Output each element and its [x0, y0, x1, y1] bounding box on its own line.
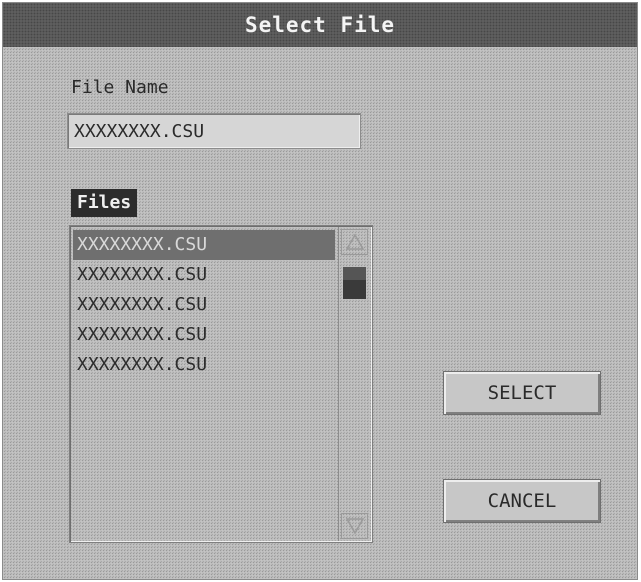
- list-item[interactable]: XXXXXXXX.CSU: [73, 260, 335, 290]
- scroll-up-button[interactable]: [341, 229, 368, 255]
- select-file-dialog: Select File File Name Files XXXXXXXX.CSU…: [2, 2, 638, 580]
- file-name-field[interactable]: [67, 113, 361, 149]
- cancel-button[interactable]: CANCEL: [443, 479, 601, 523]
- triangle-down-icon: [345, 518, 364, 535]
- select-button[interactable]: SELECT: [443, 371, 601, 415]
- triangle-up-icon: [345, 233, 364, 250]
- files-scrollbar[interactable]: [338, 227, 371, 541]
- list-item[interactable]: XXXXXXXX.CSU: [73, 350, 335, 380]
- scroll-thumb[interactable]: [343, 267, 366, 299]
- files-list: XXXXXXXX.CSU XXXXXXXX.CSU XXXXXXXX.CSU X…: [73, 230, 335, 380]
- scroll-down-button[interactable]: [341, 513, 368, 539]
- dialog-title: Select File: [3, 3, 637, 47]
- list-item[interactable]: XXXXXXXX.CSU: [73, 230, 335, 260]
- list-item[interactable]: XXXXXXXX.CSU: [73, 290, 335, 320]
- list-item[interactable]: XXXXXXXX.CSU: [73, 320, 335, 350]
- file-name-label: File Name: [71, 77, 169, 98]
- files-listbox[interactable]: XXXXXXXX.CSU XXXXXXXX.CSU XXXXXXXX.CSU X…: [69, 225, 373, 543]
- files-label: Files: [71, 189, 138, 217]
